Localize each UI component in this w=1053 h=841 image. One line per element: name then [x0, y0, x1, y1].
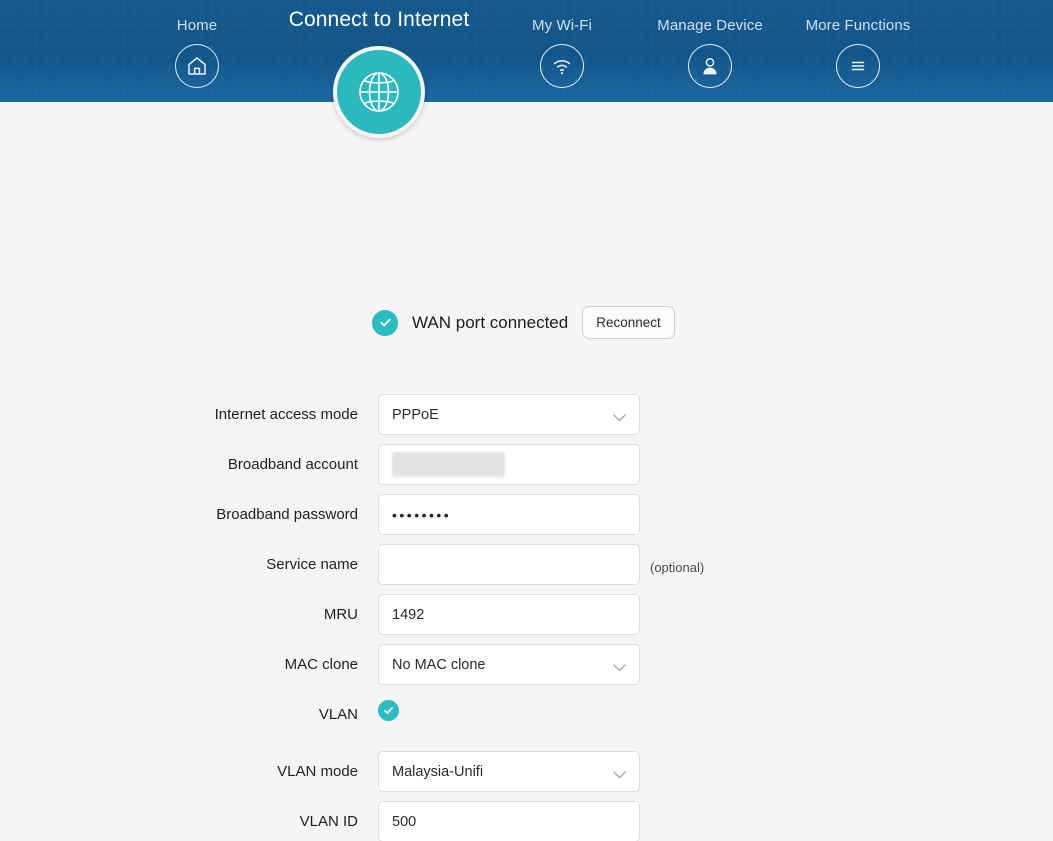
- nav-item-manage-device[interactable]: Manage Device: [635, 0, 785, 88]
- check-circle-icon: [372, 309, 398, 336]
- broadband-password-label: Broadband password: [216, 506, 358, 523]
- nav-item-my-wifi-label: My Wi-Fi: [532, 17, 592, 34]
- nav-item-more-functions[interactable]: More Functions: [783, 0, 933, 88]
- broadband-password-input[interactable]: ••••••••: [378, 494, 640, 535]
- form-row-mru: MRU 1492: [0, 594, 1053, 644]
- wifi-icon: [540, 44, 584, 88]
- chevron-down-icon: [613, 410, 626, 421]
- user-icon: [688, 44, 732, 88]
- mru-input[interactable]: 1492: [378, 594, 640, 635]
- home-icon: [175, 44, 219, 88]
- service-name-input[interactable]: [378, 544, 640, 585]
- vlan-label: VLAN: [318, 706, 358, 723]
- mru-label: MRU: [323, 606, 358, 623]
- reconnect-button[interactable]: Reconnect: [582, 306, 675, 339]
- vlan-id-input[interactable]: 500: [378, 801, 640, 841]
- form-row-vlan: VLAN: [0, 694, 1053, 751]
- wan-status-row: WAN port connected Reconnect: [372, 306, 675, 339]
- vlan-mode-label: VLAN mode: [277, 763, 358, 780]
- nav-item-connect-to-internet-label: Connect to Internet: [288, 8, 470, 31]
- broadband-account-label: Broadband account: [227, 456, 358, 473]
- nav-item-connect-to-internet[interactable]: Connect to Internet: [259, 0, 499, 138]
- internet-access-mode-select[interactable]: PPPoE: [378, 394, 640, 435]
- form-row-service-name: Service name (optional): [0, 544, 1053, 594]
- vlan-mode-select[interactable]: Malaysia-Unifi: [378, 751, 640, 792]
- form-row-vlan-mode: VLAN mode Malaysia-Unifi: [0, 751, 1053, 801]
- broadband-account-input[interactable]: [378, 444, 640, 485]
- hamburger-menu-icon: [836, 44, 880, 88]
- form-row-internet-access-mode: Internet access mode PPPoE: [0, 394, 1053, 444]
- form-row-broadband-account: Broadband account: [0, 444, 1053, 494]
- nav-item-home[interactable]: Home: [122, 0, 272, 88]
- nav-item-my-wifi[interactable]: My Wi-Fi: [487, 0, 637, 88]
- mac-clone-value: No MAC clone: [392, 656, 486, 673]
- chevron-down-icon: [613, 660, 626, 671]
- vlan-id-value: 500: [392, 813, 417, 830]
- form-row-mac-clone: MAC clone No MAC clone: [0, 644, 1053, 694]
- vlan-id-label: VLAN ID: [299, 813, 358, 830]
- nav-item-manage-device-label: Manage Device: [657, 17, 763, 34]
- chevron-down-icon: [613, 767, 626, 778]
- form-row-broadband-password: Broadband password ••••••••: [0, 494, 1053, 544]
- internet-access-mode-value: PPPoE: [392, 406, 439, 423]
- mac-clone-select[interactable]: No MAC clone: [378, 644, 640, 685]
- broadband-password-value: ••••••••: [392, 506, 452, 523]
- service-name-label: Service name: [266, 556, 358, 573]
- internet-access-mode-label: Internet access mode: [214, 406, 358, 423]
- form-row-vlan-id: VLAN ID 500: [0, 801, 1053, 841]
- service-name-hint: (optional): [650, 560, 705, 575]
- globe-icon: [333, 46, 425, 138]
- redacted-value: [392, 452, 505, 477]
- app-header: Home Connect to Internet My Wi-Fi Manage…: [0, 0, 1053, 138]
- vlan-mode-value: Malaysia-Unifi: [392, 763, 484, 780]
- mac-clone-label: MAC clone: [284, 656, 358, 673]
- wan-status-text: WAN port connected: [412, 312, 569, 332]
- mru-value: 1492: [392, 606, 425, 623]
- internet-settings-form: Internet access mode PPPoE Broadband acc…: [0, 394, 1053, 841]
- main-content: WAN port connected Reconnect Internet ac…: [0, 102, 1053, 841]
- vlan-toggle[interactable]: [378, 700, 399, 721]
- nav-item-home-label: Home: [176, 17, 218, 34]
- main-navigation: Home Connect to Internet My Wi-Fi Manage…: [0, 0, 1053, 138]
- nav-item-more-functions-label: More Functions: [805, 17, 911, 34]
